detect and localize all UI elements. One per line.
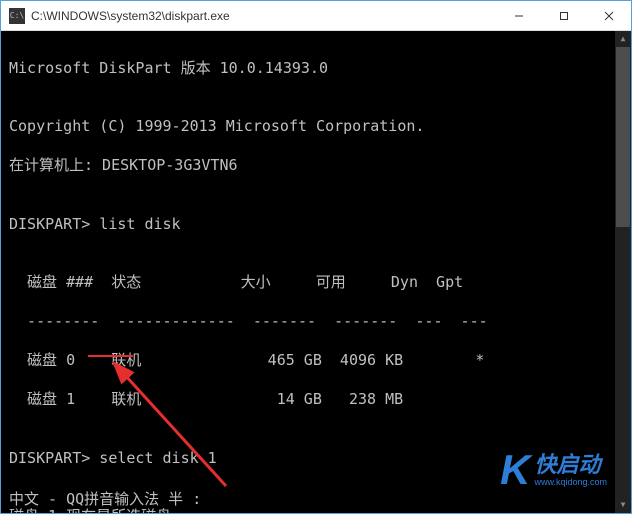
vertical-scrollbar[interactable]: ▲ ▼ [615,31,631,513]
output-line: DISKPART> list disk [9,215,631,235]
watermark-url: www.kqidong.com [534,478,607,487]
maximize-button[interactable] [541,1,586,30]
output-line: Copyright (C) 1999-2013 Microsoft Corpor… [9,117,631,137]
console-window: C:\ C:\WINDOWS\system32\diskpart.exe Mic… [0,0,632,514]
scrollbar-thumb[interactable] [616,47,630,227]
annotation-arrow [106,356,256,506]
output-line: 磁盘 1 联机 14 GB 238 MB [9,390,631,410]
scroll-up-arrow-icon[interactable]: ▲ [615,31,631,47]
output-line: DISKPART> select disk 1 [9,449,631,469]
app-icon: C:\ [9,8,25,24]
annotation-underline [88,355,133,357]
output-line: -------- ------------- ------- ------- -… [9,312,631,332]
output-line: Microsoft DiskPart 版本 10.0.14393.0 [9,59,631,79]
scroll-down-arrow-icon[interactable]: ▼ [615,497,631,513]
titlebar: C:\ C:\WINDOWS\system32\diskpart.exe [1,1,631,31]
minimize-button[interactable] [496,1,541,30]
window-controls [496,1,631,30]
terminal-output[interactable]: Microsoft DiskPart 版本 10.0.14393.0 Copyr… [1,31,631,513]
output-line: 在计算机上: DESKTOP-3G3VTN6 [9,156,631,176]
ime-status: 中文 - QQ拼音输入法 半 : [9,490,201,510]
output-line: 磁盘 ### 状态 大小 可用 Dyn Gpt [9,273,631,293]
close-button[interactable] [586,1,631,30]
window-title: C:\WINDOWS\system32\diskpart.exe [31,9,496,23]
output-line: 磁盘 0 联机 465 GB 4096 KB * [9,351,631,371]
